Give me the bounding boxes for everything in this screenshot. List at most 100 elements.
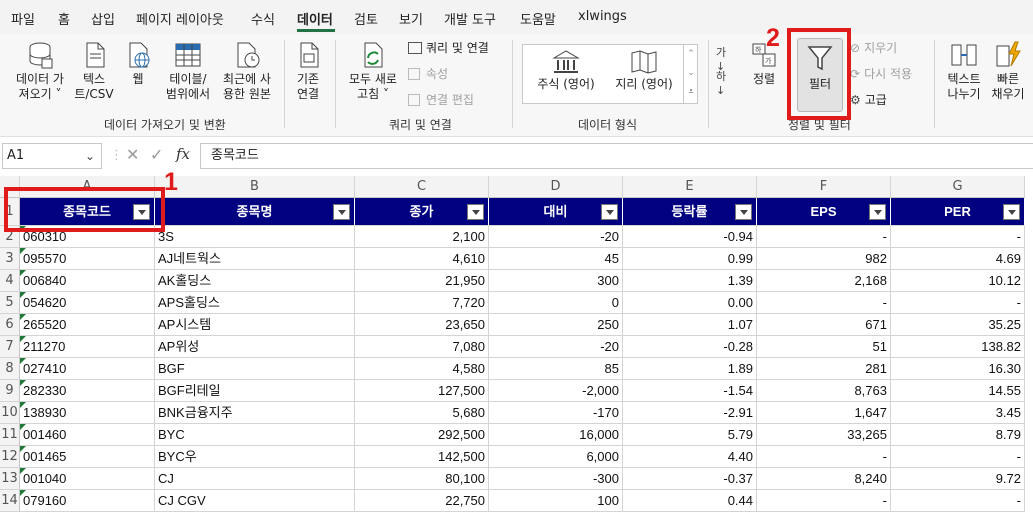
- table-cell[interactable]: 0.44: [623, 490, 757, 512]
- filter-dropdown-icon[interactable]: [333, 204, 350, 220]
- table-cell[interactable]: 982: [757, 248, 891, 270]
- table-cell[interactable]: -: [757, 292, 891, 314]
- table-cell[interactable]: 4.69: [891, 248, 1025, 270]
- table-cell[interactable]: 6,000: [489, 446, 623, 468]
- table-cell[interactable]: 211270: [20, 336, 155, 358]
- column-header-d[interactable]: D: [489, 176, 623, 198]
- table-cell[interactable]: AJ네트웍스: [155, 248, 355, 270]
- table-cell[interactable]: -: [891, 446, 1025, 468]
- table-cell[interactable]: 054620: [20, 292, 155, 314]
- table-cell[interactable]: 001465: [20, 446, 155, 468]
- menu-home[interactable]: 홈: [58, 9, 70, 28]
- table-cell[interactable]: BYC우: [155, 446, 355, 468]
- table-cell[interactable]: 35.25: [891, 314, 1025, 336]
- table-cell[interactable]: -20: [489, 336, 623, 358]
- table-cell[interactable]: -0.94: [623, 226, 757, 248]
- table-cell[interactable]: 671: [757, 314, 891, 336]
- table-cell[interactable]: 001460: [20, 424, 155, 446]
- sort-az-buttons[interactable]: 가 ↓ 하 ↓: [716, 46, 738, 101]
- header-cell[interactable]: 종가: [355, 198, 489, 226]
- row-header[interactable]: 6: [0, 314, 20, 336]
- from-table-button[interactable]: 테이블/ 범위에서: [162, 40, 214, 102]
- formula-input[interactable]: 종목코드: [200, 143, 1033, 169]
- table-cell[interactable]: 027410: [20, 358, 155, 380]
- table-cell[interactable]: 80,100: [355, 468, 489, 490]
- filter-dropdown-icon[interactable]: [601, 204, 618, 220]
- row-header[interactable]: 13: [0, 468, 20, 490]
- filter-dropdown-icon[interactable]: [467, 204, 484, 220]
- row-header[interactable]: 7: [0, 336, 20, 358]
- table-cell[interactable]: APS홀딩스: [155, 292, 355, 314]
- row-header[interactable]: 4: [0, 270, 20, 292]
- table-cell[interactable]: 10.12: [891, 270, 1025, 292]
- row-header[interactable]: 3: [0, 248, 20, 270]
- table-cell[interactable]: -: [891, 226, 1025, 248]
- get-data-button[interactable]: 데이터 가 져오기 ˅: [10, 40, 70, 102]
- table-cell[interactable]: 51: [757, 336, 891, 358]
- menu-formulas[interactable]: 수식: [251, 9, 275, 28]
- table-cell[interactable]: AP위성: [155, 336, 355, 358]
- header-cell[interactable]: PER: [891, 198, 1025, 226]
- flash-fill-button[interactable]: 빠른 채우기: [988, 40, 1028, 102]
- table-cell[interactable]: -: [891, 490, 1025, 512]
- table-cell[interactable]: 138930: [20, 402, 155, 424]
- filter-dropdown-icon[interactable]: [1003, 204, 1020, 220]
- table-cell[interactable]: -1.54: [623, 380, 757, 402]
- data-types-gallery[interactable]: 주식 (영어) 지리 (영어) ⌃ ⌄ ⩡: [522, 44, 698, 104]
- table-cell[interactable]: 5.79: [623, 424, 757, 446]
- table-cell[interactable]: 138.82: [891, 336, 1025, 358]
- table-cell[interactable]: AP시스템: [155, 314, 355, 336]
- table-cell[interactable]: 4.40: [623, 446, 757, 468]
- table-cell[interactable]: -2.91: [623, 402, 757, 424]
- filter-dropdown-icon[interactable]: [735, 204, 752, 220]
- menu-developer[interactable]: 개발 도구: [444, 9, 496, 28]
- name-box[interactable]: A1 ⌄: [2, 143, 102, 169]
- header-cell[interactable]: 종목명: [155, 198, 355, 226]
- table-cell[interactable]: 300: [489, 270, 623, 292]
- table-cell[interactable]: -20: [489, 226, 623, 248]
- enter-icon[interactable]: ✓: [150, 145, 163, 164]
- row-header[interactable]: 11: [0, 424, 20, 446]
- column-header-f[interactable]: F: [757, 176, 891, 198]
- table-cell[interactable]: 281: [757, 358, 891, 380]
- advanced-button[interactable]: ⚙ 고급: [850, 93, 887, 108]
- header-cell[interactable]: EPS: [757, 198, 891, 226]
- stocks-button[interactable]: 주식 (영어): [531, 49, 601, 92]
- row-header[interactable]: 5: [0, 292, 20, 314]
- table-cell[interactable]: -0.37: [623, 468, 757, 490]
- table-cell[interactable]: -0.28: [623, 336, 757, 358]
- table-cell[interactable]: 006840: [20, 270, 155, 292]
- menu-xlwings[interactable]: xlwings: [578, 9, 627, 24]
- text-to-columns-button[interactable]: 텍스트 나누기: [942, 40, 986, 102]
- table-cell[interactable]: 0.99: [623, 248, 757, 270]
- table-cell[interactable]: 1.07: [623, 314, 757, 336]
- table-cell[interactable]: 7,080: [355, 336, 489, 358]
- geography-button[interactable]: 지리 (영어): [609, 49, 679, 92]
- reapply-button[interactable]: ⟳ 다시 적용: [850, 67, 912, 82]
- row-header[interactable]: 14: [0, 490, 20, 512]
- edit-links-button[interactable]: 연결 편집: [408, 93, 474, 108]
- sort-ascending-icon[interactable]: 가 ↓: [716, 46, 738, 73]
- clear-button[interactable]: ⊘ 지우기: [850, 41, 897, 56]
- gallery-scroll[interactable]: ⌃ ⌄ ⩡: [683, 45, 698, 103]
- cancel-icon[interactable]: ✕: [126, 145, 139, 164]
- table-cell[interactable]: 14.55: [891, 380, 1025, 402]
- properties-button[interactable]: 속성: [408, 67, 448, 82]
- table-cell[interactable]: 8,763: [757, 380, 891, 402]
- sort-descending-icon[interactable]: 하 ↓: [716, 70, 738, 98]
- table-cell[interactable]: 2,100: [355, 226, 489, 248]
- table-cell[interactable]: 0: [489, 292, 623, 314]
- table-cell[interactable]: 33,265: [757, 424, 891, 446]
- table-cell[interactable]: 1,647: [757, 402, 891, 424]
- row-header[interactable]: 12: [0, 446, 20, 468]
- table-cell[interactable]: 4,580: [355, 358, 489, 380]
- table-cell[interactable]: 127,500: [355, 380, 489, 402]
- table-cell[interactable]: BNK금융지주: [155, 402, 355, 424]
- table-cell[interactable]: 9.72: [891, 468, 1025, 490]
- table-cell[interactable]: 45: [489, 248, 623, 270]
- table-cell[interactable]: 100: [489, 490, 623, 512]
- menu-insert[interactable]: 삽입: [91, 9, 115, 28]
- existing-connections-button[interactable]: 기존 연결: [290, 40, 326, 102]
- table-cell[interactable]: AK홀딩스: [155, 270, 355, 292]
- menu-help[interactable]: 도움말: [520, 9, 556, 28]
